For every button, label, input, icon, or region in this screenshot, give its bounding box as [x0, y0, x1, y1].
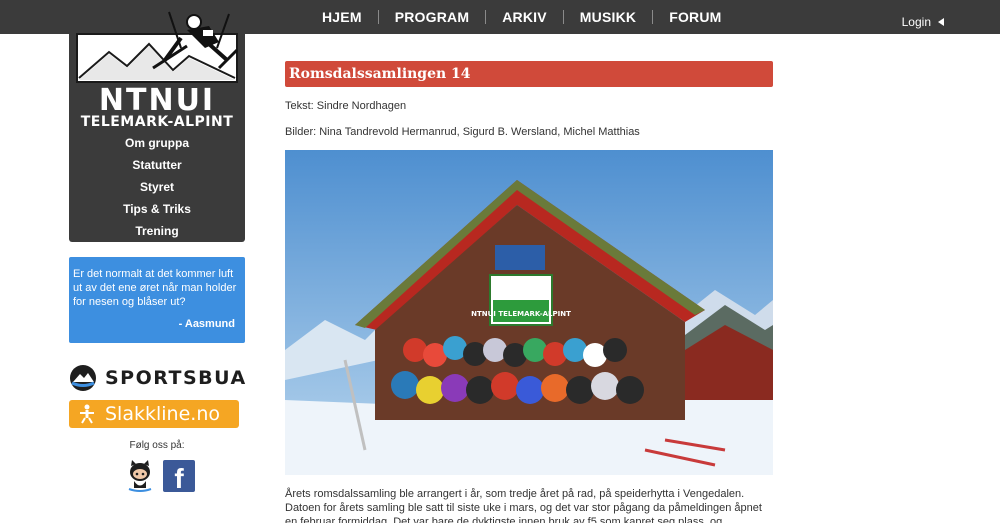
sportsbua-logo-icon [70, 365, 96, 391]
person-balancing-icon [80, 404, 94, 424]
sidebar-item-statutter[interactable]: Statutter [69, 156, 245, 178]
main-nav: HJEM PROGRAM ARKIV MUSIKK FORUM [306, 0, 738, 34]
sidebar-item-styret[interactable]: Styret [69, 178, 245, 200]
sidebar-item-trening[interactable]: Trening [69, 222, 245, 244]
facebook-glyph: f [174, 463, 184, 492]
nav-item-program[interactable]: PROGRAM [379, 9, 486, 25]
text-credit: Tekst: Sindre Nordhagen [285, 100, 407, 112]
article-photo: NTNUI TELEMARK-ALPINT [285, 150, 773, 475]
logo-subtitle: TELEMARK-ALPINT [80, 114, 234, 130]
sportsbua-sponsor-link[interactable]: SPORTSBUA [69, 364, 247, 392]
social-links: f [125, 460, 195, 492]
quote-text: Er det normalt at det kommer luft ut av … [73, 268, 237, 308]
skier-logo-icon[interactable] [69, 8, 245, 88]
sidebar-item-om-gruppa[interactable]: Om gruppa [69, 134, 245, 156]
sidebar-menu: Om gruppa Statutter Styret Tips & Triks … [69, 134, 245, 244]
login-label: Login [901, 15, 931, 29]
nav-item-musikk[interactable]: MUSIKK [564, 9, 652, 25]
nav-item-forum[interactable]: FORUM [653, 9, 737, 25]
facebook-icon[interactable]: f [163, 460, 195, 492]
slakkline-sponsor-link[interactable]: Slakkline.no [69, 400, 239, 428]
article-title: Romsdalssamlingen 14 [285, 61, 773, 87]
caret-left-icon [938, 18, 944, 26]
sidebar-item-tips-triks[interactable]: Tips & Triks [69, 200, 245, 222]
photo-banner-text: NTNUI TELEMARK-ALPINT [471, 310, 571, 318]
photo-credit: Bilder: Nina Tandrevold Hermanrud, Sigur… [285, 126, 640, 138]
follow-us-label: Følg oss på: [129, 440, 185, 451]
sportsbua-label: SPORTSBUA [105, 367, 247, 389]
github-octocat-icon[interactable] [125, 460, 155, 492]
logo-title: NTNUI [98, 83, 216, 118]
quote-author: - Aasmund [178, 318, 235, 330]
nav-item-arkiv[interactable]: ARKIV [486, 9, 563, 25]
club-logo-text[interactable]: NTNUI TELEMARK-ALPINT [69, 83, 245, 131]
slakkline-label: Slakkline.no [105, 403, 220, 425]
nav-item-hjem[interactable]: HJEM [306, 9, 378, 25]
quote-box: Er det normalt at det kommer luft ut av … [69, 257, 245, 343]
article-body: Årets romsdalssamling ble arrangert i år… [285, 488, 762, 523]
login-button[interactable]: Login [902, 15, 944, 29]
